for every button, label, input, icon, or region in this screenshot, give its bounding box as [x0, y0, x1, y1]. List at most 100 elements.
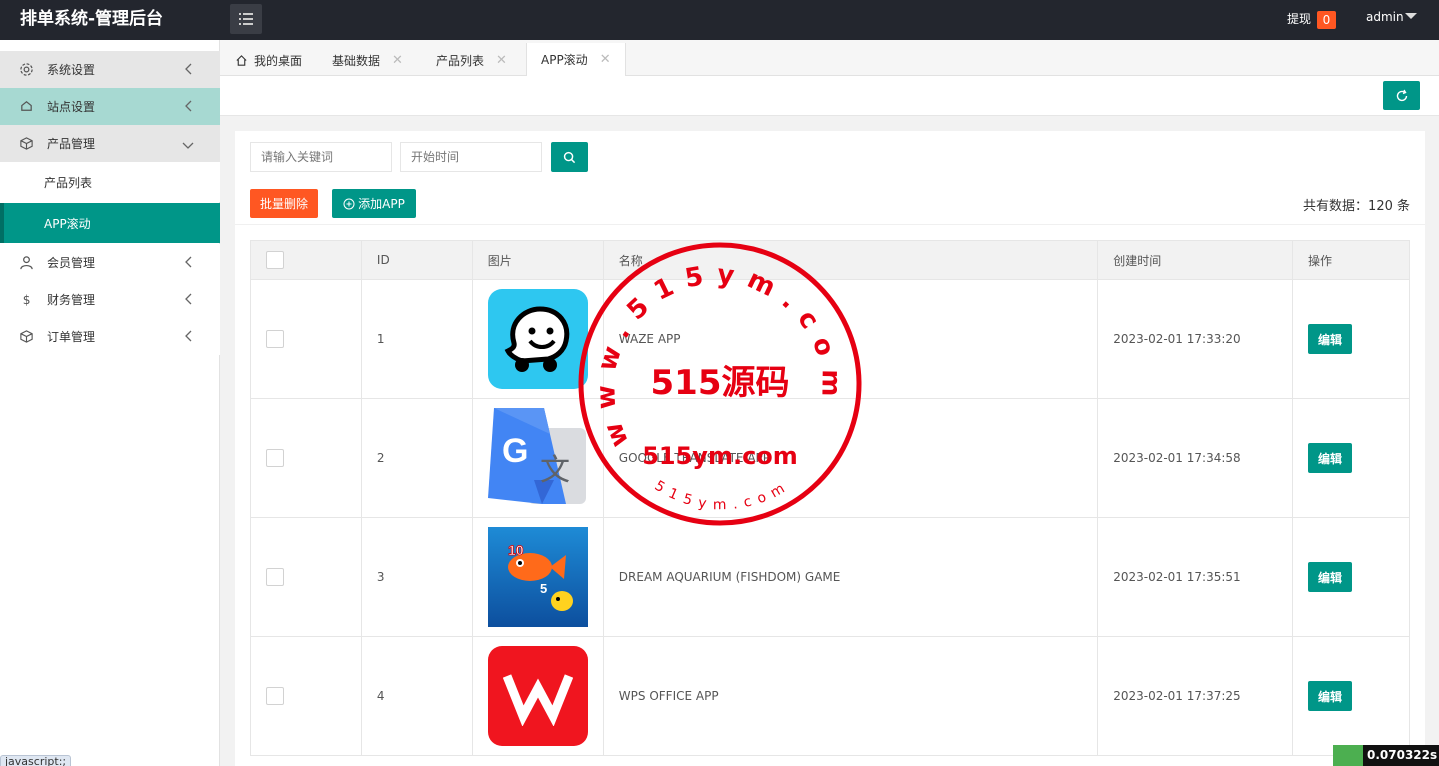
row-id: 1 [360, 279, 473, 399]
table-row: 3 10 5 DREAM AQUARIUM (FISHDOM) GAME 2023… [250, 517, 1410, 637]
withdraw-count-badge: 0 [1317, 11, 1336, 29]
debug-timer: 0.070322s [1333, 745, 1439, 766]
sidebar-item-label: 会员管理 [47, 256, 96, 270]
table-row: 4 WPS OFFICE APP 2023-02-01 17:37:25 编辑 [250, 636, 1410, 756]
withdraw-link[interactable]: 提现 [1287, 10, 1311, 27]
tab-basic-data[interactable]: 基础数据 ✕ [332, 44, 403, 76]
batch-delete-button[interactable]: 批量删除 [250, 189, 318, 218]
total-count: 共有数据：120 条 [1303, 199, 1410, 214]
divider [235, 224, 1425, 225]
row-id: 2 [360, 398, 473, 518]
chevron-left-icon [184, 63, 192, 78]
sidebar-item-order-management[interactable]: 订单管理 [0, 318, 220, 355]
brand-title: 排单系统-管理后台 [20, 9, 164, 29]
table-header-row: ID 图片 名称 创建时间 操作 [250, 240, 1410, 280]
chevron-left-icon [184, 100, 192, 115]
svg-text:5: 5 [540, 581, 547, 596]
chevron-left-icon [184, 256, 192, 271]
close-icon[interactable]: ✕ [392, 53, 403, 68]
select-all-cell [250, 240, 362, 280]
content-card: 批量删除 添加APP 共有数据：120 条 ID 图片 名称 创建时间 操作 1 [235, 131, 1425, 766]
tab-app-scroll[interactable]: APP滚动 ✕ [526, 43, 626, 76]
menu-toggle-button[interactable] [230, 4, 262, 34]
tab-my-desktop[interactable]: 我的桌面 [235, 44, 302, 76]
row-checkbox[interactable] [266, 687, 284, 705]
google-translate-icon: G文 [487, 408, 588, 508]
sidebar-item-product-management[interactable]: 产品管理 [0, 125, 220, 162]
column-header: 图片 [471, 240, 604, 280]
edit-button[interactable]: 编辑 [1308, 562, 1353, 592]
list-icon [239, 13, 253, 25]
sidebar-item-member-management[interactable]: 会员管理 [0, 244, 220, 281]
app-table: ID 图片 名称 创建时间 操作 1 WAZE APP 2023-02-01 1… [250, 240, 1410, 756]
tab-label: 基础数据 [332, 53, 381, 68]
search-icon [563, 151, 576, 163]
add-circle-icon [343, 198, 355, 210]
user-icon [18, 255, 34, 271]
column-header: 名称 [602, 240, 1099, 280]
close-icon[interactable]: ✕ [600, 52, 611, 67]
refresh-button[interactable] [1383, 81, 1420, 110]
tab-label: APP滚动 [541, 53, 588, 67]
row-name: WPS OFFICE APP [602, 636, 1099, 756]
page-toolbar [220, 76, 1439, 116]
table-row: 1 WAZE APP 2023-02-01 17:33:20 编辑 [250, 279, 1410, 399]
row-created: 2023-02-01 17:34:58 [1097, 398, 1294, 518]
row-name: GOOGLE TRANSLATE APP [602, 398, 1099, 518]
svg-text:10: 10 [508, 542, 524, 558]
sidebar-item-label: 订单管理 [47, 330, 96, 344]
search-button[interactable] [551, 142, 588, 172]
cube-icon [18, 136, 34, 152]
column-header: 创建时间 [1097, 240, 1294, 280]
top-header: 排单系统-管理后台 提现 0 admin [0, 0, 1439, 40]
debug-logo-icon [1333, 745, 1363, 766]
fishdom-icon: 10 5 [487, 527, 588, 627]
svg-text:文: 文 [540, 453, 570, 488]
tab-product-list[interactable]: 产品列表 ✕ [436, 44, 507, 76]
sidebar-item-finance-management[interactable]: $ 财务管理 [0, 281, 220, 318]
select-all-checkbox[interactable] [266, 251, 284, 269]
home-icon [236, 54, 247, 66]
row-checkbox[interactable] [266, 449, 284, 467]
edit-button[interactable]: 编辑 [1308, 681, 1353, 711]
sidebar-item-label: 站点设置 [47, 100, 96, 114]
column-header: 操作 [1292, 240, 1410, 280]
svg-text:$: $ [22, 293, 30, 307]
row-checkbox[interactable] [266, 568, 284, 586]
sidebar-item-product-list[interactable]: 产品列表 [0, 162, 220, 202]
row-id: 4 [360, 636, 473, 756]
chevron-left-icon [184, 330, 192, 345]
close-icon[interactable]: ✕ [496, 53, 507, 68]
sidebar-item-label: 产品管理 [47, 137, 96, 151]
sidebar-item-system-settings[interactable]: 系统设置 [0, 51, 220, 88]
chevron-down-icon [182, 139, 194, 153]
browser-status-bar: javascript:; [0, 755, 72, 766]
sidebar-item-label: 系统设置 [47, 63, 96, 77]
row-checkbox[interactable] [266, 330, 284, 348]
sidebar: 系统设置 站点设置 产品管理 产品列表 APP滚动 会员管理 $ 财务管理 订单… [0, 40, 220, 766]
row-name: DREAM AQUARIUM (FISHDOM) GAME [602, 517, 1099, 637]
edit-button[interactable]: 编辑 [1308, 324, 1353, 354]
edit-button[interactable]: 编辑 [1308, 443, 1353, 473]
sidebar-item-app-scroll[interactable]: APP滚动 [0, 203, 220, 243]
sidebar-item-label: APP滚动 [44, 216, 91, 231]
caret-down-icon[interactable] [1405, 13, 1417, 19]
add-app-button[interactable]: 添加APP [332, 189, 416, 218]
wps-icon [487, 646, 588, 746]
site-icon [18, 99, 34, 115]
sidebar-item-site-settings[interactable]: 站点设置 [0, 88, 220, 125]
row-id: 3 [360, 517, 473, 637]
row-name: WAZE APP [602, 279, 1099, 399]
table-row: 2 G文 GOOGLE TRANSLATE APP 2023-02-01 17:… [250, 398, 1410, 518]
debug-timer-value: 0.070322s [1363, 745, 1439, 766]
cube-icon [18, 329, 34, 345]
tab-label: 产品列表 [436, 53, 485, 68]
chevron-left-icon [184, 293, 192, 308]
sidebar-item-label: 产品列表 [44, 175, 93, 190]
start-date-input[interactable] [400, 142, 542, 172]
svg-text:G: G [502, 432, 528, 470]
keyword-search-input[interactable] [250, 142, 392, 172]
row-created: 2023-02-01 17:37:25 [1097, 636, 1294, 756]
user-menu[interactable]: admin [1366, 10, 1404, 24]
gear-icon [18, 62, 34, 78]
